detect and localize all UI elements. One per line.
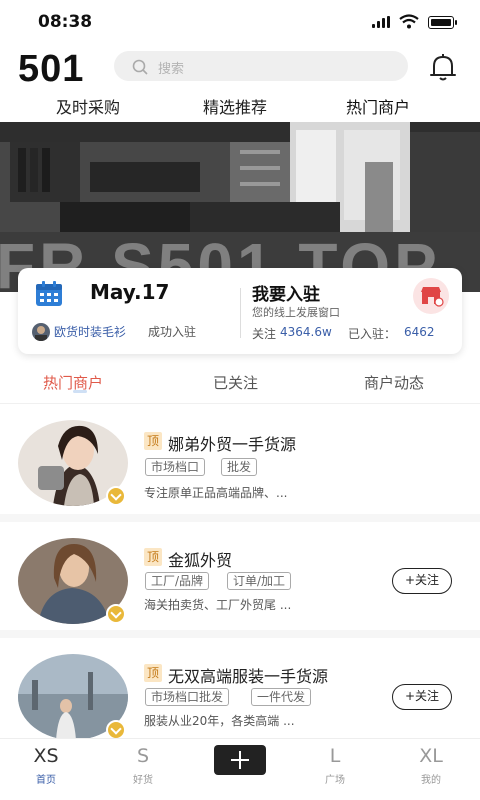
tab-hot-merchants[interactable]: 热门商户 <box>346 94 410 118</box>
merchant-description: 海关拍卖货、工厂外贸尾 ... <box>144 598 292 612</box>
joined-count-value: 6462 <box>404 325 435 339</box>
info-card: May.17 欧货时装毛衫 成功入驻 我要入驻 您的线上发展窗口 关注 4364… <box>18 268 462 354</box>
merchant-description: 专注原单正品高端品牌、... <box>144 486 288 500</box>
tab-featured[interactable]: 精选推荐 <box>203 94 267 118</box>
join-title[interactable]: 我要入驻 <box>252 280 320 305</box>
join-subtitle: 您的线上发展窗口 <box>252 306 340 319</box>
top-badge: 顶 <box>144 664 162 682</box>
subtab-merchant-updates[interactable]: 商户动态 <box>364 372 424 393</box>
wifi-icon <box>399 14 419 29</box>
merchant-name[interactable]: 娜弟外贸一手货源 <box>168 431 296 455</box>
verified-badge-icon <box>106 486 126 506</box>
sub-tabs: 热门商户 已关注 商户动态 <box>0 366 480 404</box>
merchant-tag: 市场档口 <box>145 458 206 476</box>
merchant-description: 服装从业20年，各类高端 ... <box>144 714 295 728</box>
nav-home-label: 首页 <box>36 775 56 786</box>
subtab-indicator <box>73 390 87 393</box>
card-divider <box>240 288 241 338</box>
nav-goods-label: 好货 <box>133 775 153 786</box>
calendar-icon <box>36 281 62 306</box>
top-badge: 顶 <box>144 548 162 566</box>
search-icon <box>132 59 148 75</box>
follow-button[interactable]: +关注 <box>392 684 452 710</box>
date-label: May.17 <box>90 280 170 304</box>
merchant-name[interactable]: 金狐外贸 <box>168 547 232 571</box>
nav-home-letter: XS <box>33 745 59 767</box>
nav-goods[interactable]: S 好货 <box>113 745 173 786</box>
status-time: 08:38 <box>38 12 93 32</box>
nav-profile-letter: XL <box>419 745 443 767</box>
battery-icon <box>428 16 457 29</box>
merchant-name[interactable]: 无双高端服装一手货源 <box>168 663 328 687</box>
signal-icon <box>372 16 390 28</box>
verified-badge-icon <box>106 604 126 624</box>
news-action: 成功入驻 <box>148 325 197 339</box>
subtab-followed[interactable]: 已关注 <box>213 372 258 393</box>
search-bar[interactable]: 搜索 <box>114 51 408 81</box>
merchant-item[interactable]: 顶 无双高端服装一手货源 市场档口批发 一件代发 服装从业20年，各类高端 ..… <box>0 638 480 740</box>
bottom-nav: XS 首页 S 好货 L 广场 XL 我的 <box>0 738 480 800</box>
merchant-tag: 市场档口批发 <box>145 688 230 706</box>
nav-plaza[interactable]: L 广场 <box>305 745 365 786</box>
news-avatar <box>32 323 50 341</box>
app-logo: 501 <box>18 48 85 90</box>
follow-count-label: 关注 <box>252 327 277 341</box>
bell-icon[interactable] <box>426 50 460 84</box>
tab-instant-purchase[interactable]: 及时采购 <box>56 94 120 118</box>
shop-icon[interactable] <box>413 278 449 314</box>
merchant-item[interactable]: 顶 娜弟外贸一手货源 市场档口 批发 专注原单正品高端品牌、... <box>0 404 480 522</box>
search-placeholder: 搜索 <box>158 62 185 77</box>
nav-goods-letter: S <box>136 745 150 767</box>
joined-count-label: 已入驻： <box>348 327 397 341</box>
top-badge: 顶 <box>144 432 162 450</box>
follow-count-value: 4364.6w <box>280 325 332 339</box>
store-banner-image: FR S501 TOP <box>0 122 480 292</box>
news-merchant-name[interactable]: 欧货时装毛衫 <box>54 323 126 340</box>
merchant-tag: 订单/加工 <box>227 572 292 590</box>
merchant-tag: 工厂/品牌 <box>145 572 210 590</box>
top-tabs: 及时采购 精选推荐 热门商户 <box>0 90 480 122</box>
status-bar: 08:38 <box>0 0 480 44</box>
nav-home[interactable]: XS 首页 <box>16 745 76 786</box>
nav-profile[interactable]: XL 我的 <box>401 745 461 786</box>
nav-plaza-label: 广场 <box>325 775 345 786</box>
store-banner[interactable]: FR S501 TOP <box>0 122 480 292</box>
add-post-button[interactable] <box>214 745 266 775</box>
verified-badge-icon <box>106 720 126 740</box>
merchant-item[interactable]: 顶 金狐外贸 工厂/品牌 订单/加工 海关拍卖货、工厂外贸尾 ... +关注 <box>0 522 480 638</box>
nav-plaza-letter: L <box>329 745 341 767</box>
merchant-tag: 一件代发 <box>251 688 312 706</box>
nav-profile-label: 我的 <box>421 775 441 786</box>
merchant-tag: 批发 <box>221 458 258 476</box>
follow-button[interactable]: +关注 <box>392 568 452 594</box>
